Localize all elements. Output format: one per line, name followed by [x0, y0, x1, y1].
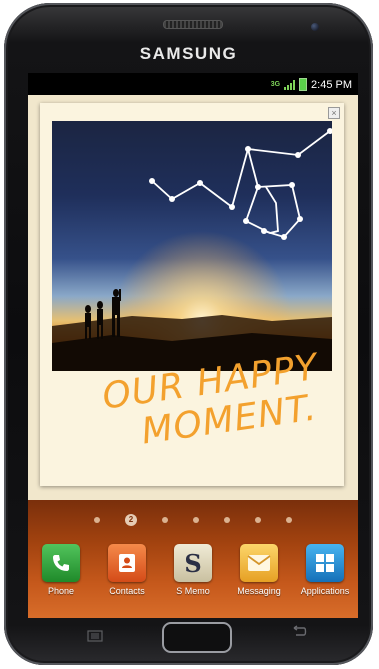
photo-frame-widget[interactable]: × OUR HAPPY MOMENT.: [40, 103, 344, 486]
page-dot-current[interactable]: 2: [125, 514, 137, 526]
status-time: 2:45 PM: [311, 78, 352, 91]
page-dot[interactable]: [162, 517, 168, 523]
dock-app-phone[interactable]: Phone: [30, 544, 92, 596]
home-dock: 2 Phone Contacts S S Memo Messaging Appl…: [28, 500, 358, 618]
dock-app-applications[interactable]: Applications: [294, 544, 356, 596]
screen: 3G 2:45 PM × OUR HAPPY MOMENT. 2 Phone C…: [28, 73, 358, 618]
status-bar[interactable]: 3G 2:45 PM: [28, 73, 358, 95]
home-button[interactable]: [162, 622, 232, 653]
brand-logo: SAMSUNG: [139, 44, 238, 63]
wallpaper-widget-area: × OUR HAPPY MOMENT.: [28, 95, 358, 500]
app-label: Applications: [300, 586, 350, 596]
app-label: Messaging: [237, 586, 281, 596]
dock-app-contacts[interactable]: Contacts: [96, 544, 158, 596]
messaging-icon[interactable]: [240, 544, 278, 582]
back-key-icon[interactable]: [290, 625, 308, 644]
front-camera: [311, 23, 319, 31]
page-dot[interactable]: [193, 517, 199, 523]
dock-app-s-memo[interactable]: S S Memo: [162, 544, 224, 596]
page-dot[interactable]: [94, 517, 100, 523]
earpiece-speaker: [163, 20, 223, 29]
applications-grid-icon[interactable]: [306, 544, 344, 582]
dock-app-messaging[interactable]: Messaging: [228, 544, 290, 596]
phone-icon[interactable]: [42, 544, 80, 582]
app-label: Contacts: [109, 586, 145, 596]
menu-key-icon[interactable]: [87, 629, 103, 647]
page-dot[interactable]: [286, 517, 292, 523]
network-3g-icon: 3G: [270, 81, 281, 88]
app-label: Phone: [47, 586, 75, 596]
sunset-photo: [52, 121, 332, 371]
contacts-icon[interactable]: [108, 544, 146, 582]
page-dot[interactable]: [255, 517, 261, 523]
photo-illustration: [52, 128, 332, 371]
signal-icon: [284, 79, 296, 90]
widget-close-icon[interactable]: ×: [328, 107, 340, 119]
page-dot[interactable]: [224, 517, 230, 523]
s-memo-icon[interactable]: S: [174, 544, 212, 582]
app-label: S Memo: [176, 586, 210, 596]
dock-apps: Phone Contacts S S Memo Messaging Applic…: [28, 544, 358, 596]
battery-icon: [299, 78, 308, 91]
page-indicator[interactable]: 2: [28, 514, 358, 526]
